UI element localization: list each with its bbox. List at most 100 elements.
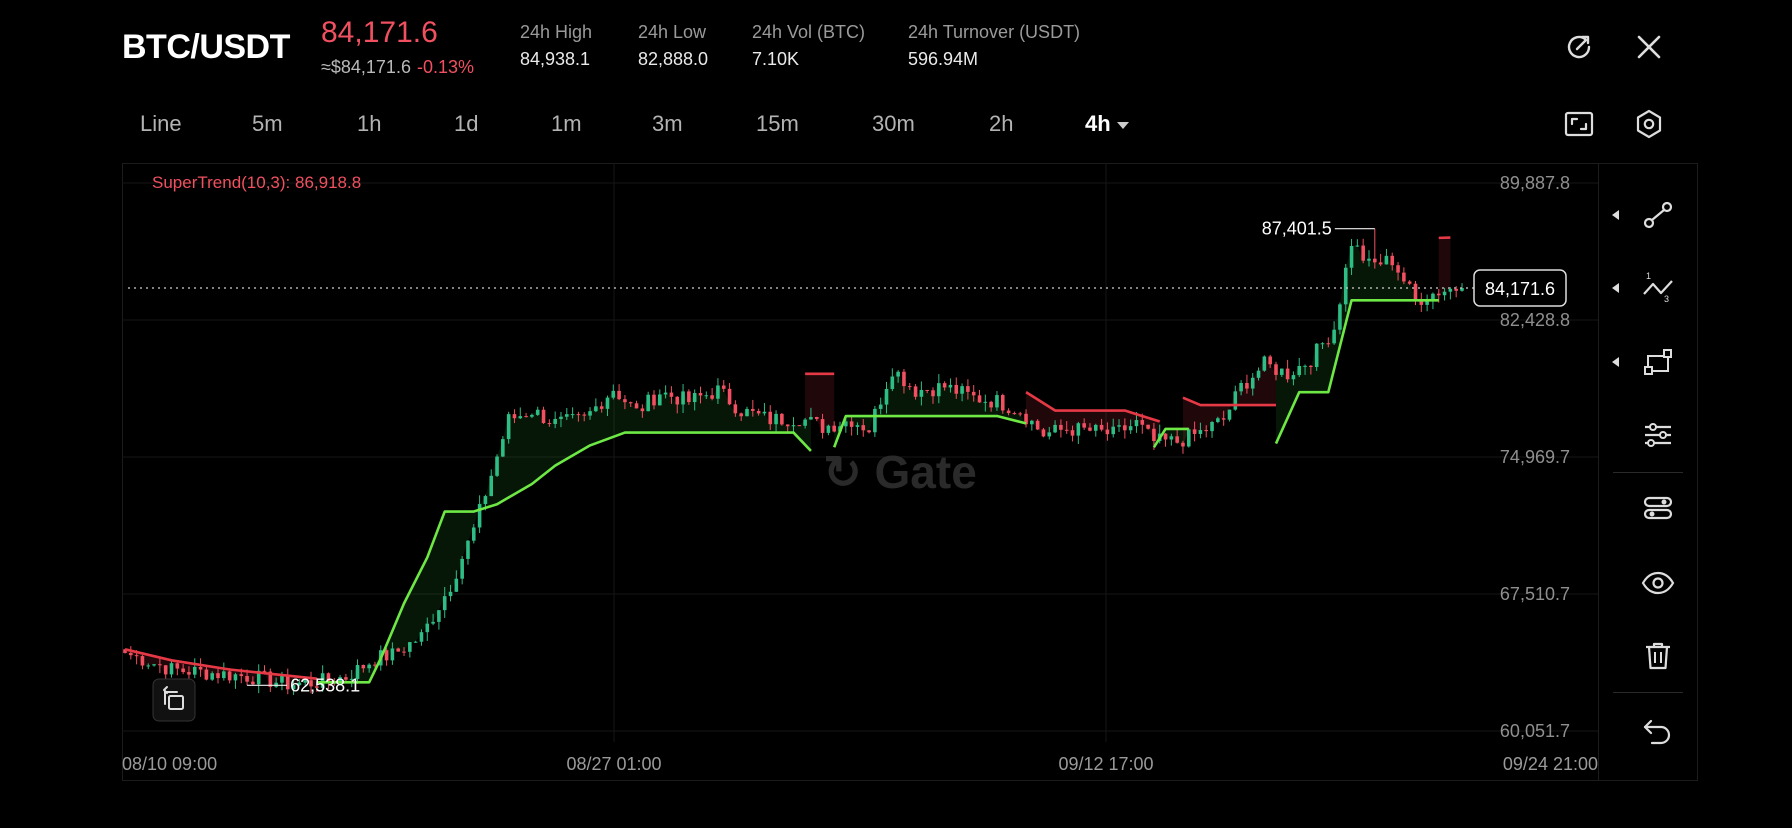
candle (431, 621, 435, 624)
candle (1349, 245, 1354, 268)
candle (849, 421, 854, 427)
candle (594, 406, 598, 412)
candle (134, 655, 139, 657)
candle (524, 416, 528, 418)
candle (774, 413, 778, 425)
candle (751, 408, 755, 411)
candle (948, 384, 953, 388)
undo-icon[interactable] (1640, 712, 1676, 748)
candle (181, 668, 185, 673)
candle (646, 394, 650, 412)
candle (1192, 429, 1197, 434)
candle (210, 673, 214, 680)
candle (222, 671, 226, 679)
candle (245, 676, 249, 682)
indicator-settings-icon[interactable] (1640, 417, 1676, 453)
candle (1448, 288, 1453, 292)
candle (466, 540, 470, 559)
candle (1152, 428, 1156, 442)
x-tick-label: 09/12 17:00 (1058, 754, 1153, 774)
shortcut-button[interactable] (152, 678, 196, 722)
candle (1291, 375, 1296, 380)
candle (163, 665, 168, 675)
candle (832, 425, 836, 432)
candle (878, 404, 883, 409)
candle (1216, 418, 1220, 422)
candle (919, 389, 924, 397)
y-tick-label: 74,969.7 (1500, 447, 1570, 467)
candle (826, 425, 831, 433)
candle (727, 388, 732, 405)
candle (192, 666, 197, 675)
candle (1117, 425, 1121, 427)
expand-arrow-icon[interactable] (1612, 357, 1619, 367)
candle (442, 596, 447, 611)
candle (1088, 427, 1092, 431)
candle (791, 425, 796, 427)
visibility-icon[interactable] (1640, 565, 1676, 601)
candle (559, 416, 563, 419)
candle (530, 414, 534, 417)
candle (262, 670, 267, 672)
candle (1053, 424, 1057, 433)
x-tick-label: 08/10 09:00 (122, 754, 217, 774)
supertrend-band (1182, 356, 1276, 447)
candle (907, 386, 912, 388)
candle (1338, 304, 1342, 330)
candle (285, 675, 290, 690)
candle (721, 385, 726, 389)
candle (1204, 430, 1209, 432)
candle (1030, 420, 1034, 425)
x-tick-label: 08/27 01:00 (566, 754, 661, 774)
candle (716, 385, 720, 399)
toolbar-divider (1613, 472, 1683, 473)
trend-line-icon[interactable] (1640, 197, 1676, 233)
candle (1262, 356, 1267, 371)
candle (1314, 343, 1319, 368)
candle (884, 388, 889, 405)
candle (588, 411, 592, 416)
delete-icon[interactable] (1640, 638, 1676, 674)
candle (1407, 281, 1412, 284)
candle (390, 648, 395, 661)
price-chart[interactable]: ↻ Gate 89,887.8 82,428.8 74,969.7 67,510.7 6… (0, 0, 1792, 828)
supertrend-band (1275, 245, 1439, 444)
candle (1169, 436, 1174, 440)
candle (995, 395, 999, 408)
candle (402, 651, 406, 653)
x-tick-label: 09/24 21:00 (1503, 754, 1598, 774)
candle (623, 399, 627, 403)
candle (1239, 382, 1243, 392)
expand-arrow-icon[interactable] (1612, 283, 1619, 293)
y-tick-label: 82,428.8 (1500, 310, 1570, 330)
candle (1146, 424, 1150, 429)
candle (1367, 258, 1371, 261)
candle (1163, 433, 1168, 440)
candle (1425, 301, 1429, 305)
candle (1012, 413, 1017, 415)
candle (966, 386, 970, 392)
candle (437, 610, 441, 622)
path-tool-icon[interactable] (1640, 344, 1676, 380)
candle (634, 403, 639, 409)
candle (396, 648, 401, 652)
candle (739, 413, 743, 417)
candle (698, 392, 703, 396)
candle (681, 391, 685, 405)
candle (1070, 430, 1075, 436)
candle (902, 371, 906, 387)
svg-text:3: 3 (1664, 294, 1669, 304)
candle (692, 392, 697, 403)
candle (1000, 395, 1005, 411)
layers-icon[interactable] (1640, 490, 1676, 526)
candle (733, 404, 738, 414)
candle (896, 371, 900, 377)
candle (477, 504, 482, 528)
expand-arrow-icon[interactable] (1612, 210, 1619, 220)
candle (861, 425, 866, 431)
candle (483, 496, 488, 505)
fib-tool-icon[interactable]: 13 (1640, 270, 1676, 306)
candle (780, 413, 784, 425)
candle (1285, 368, 1290, 380)
candle (541, 409, 546, 424)
